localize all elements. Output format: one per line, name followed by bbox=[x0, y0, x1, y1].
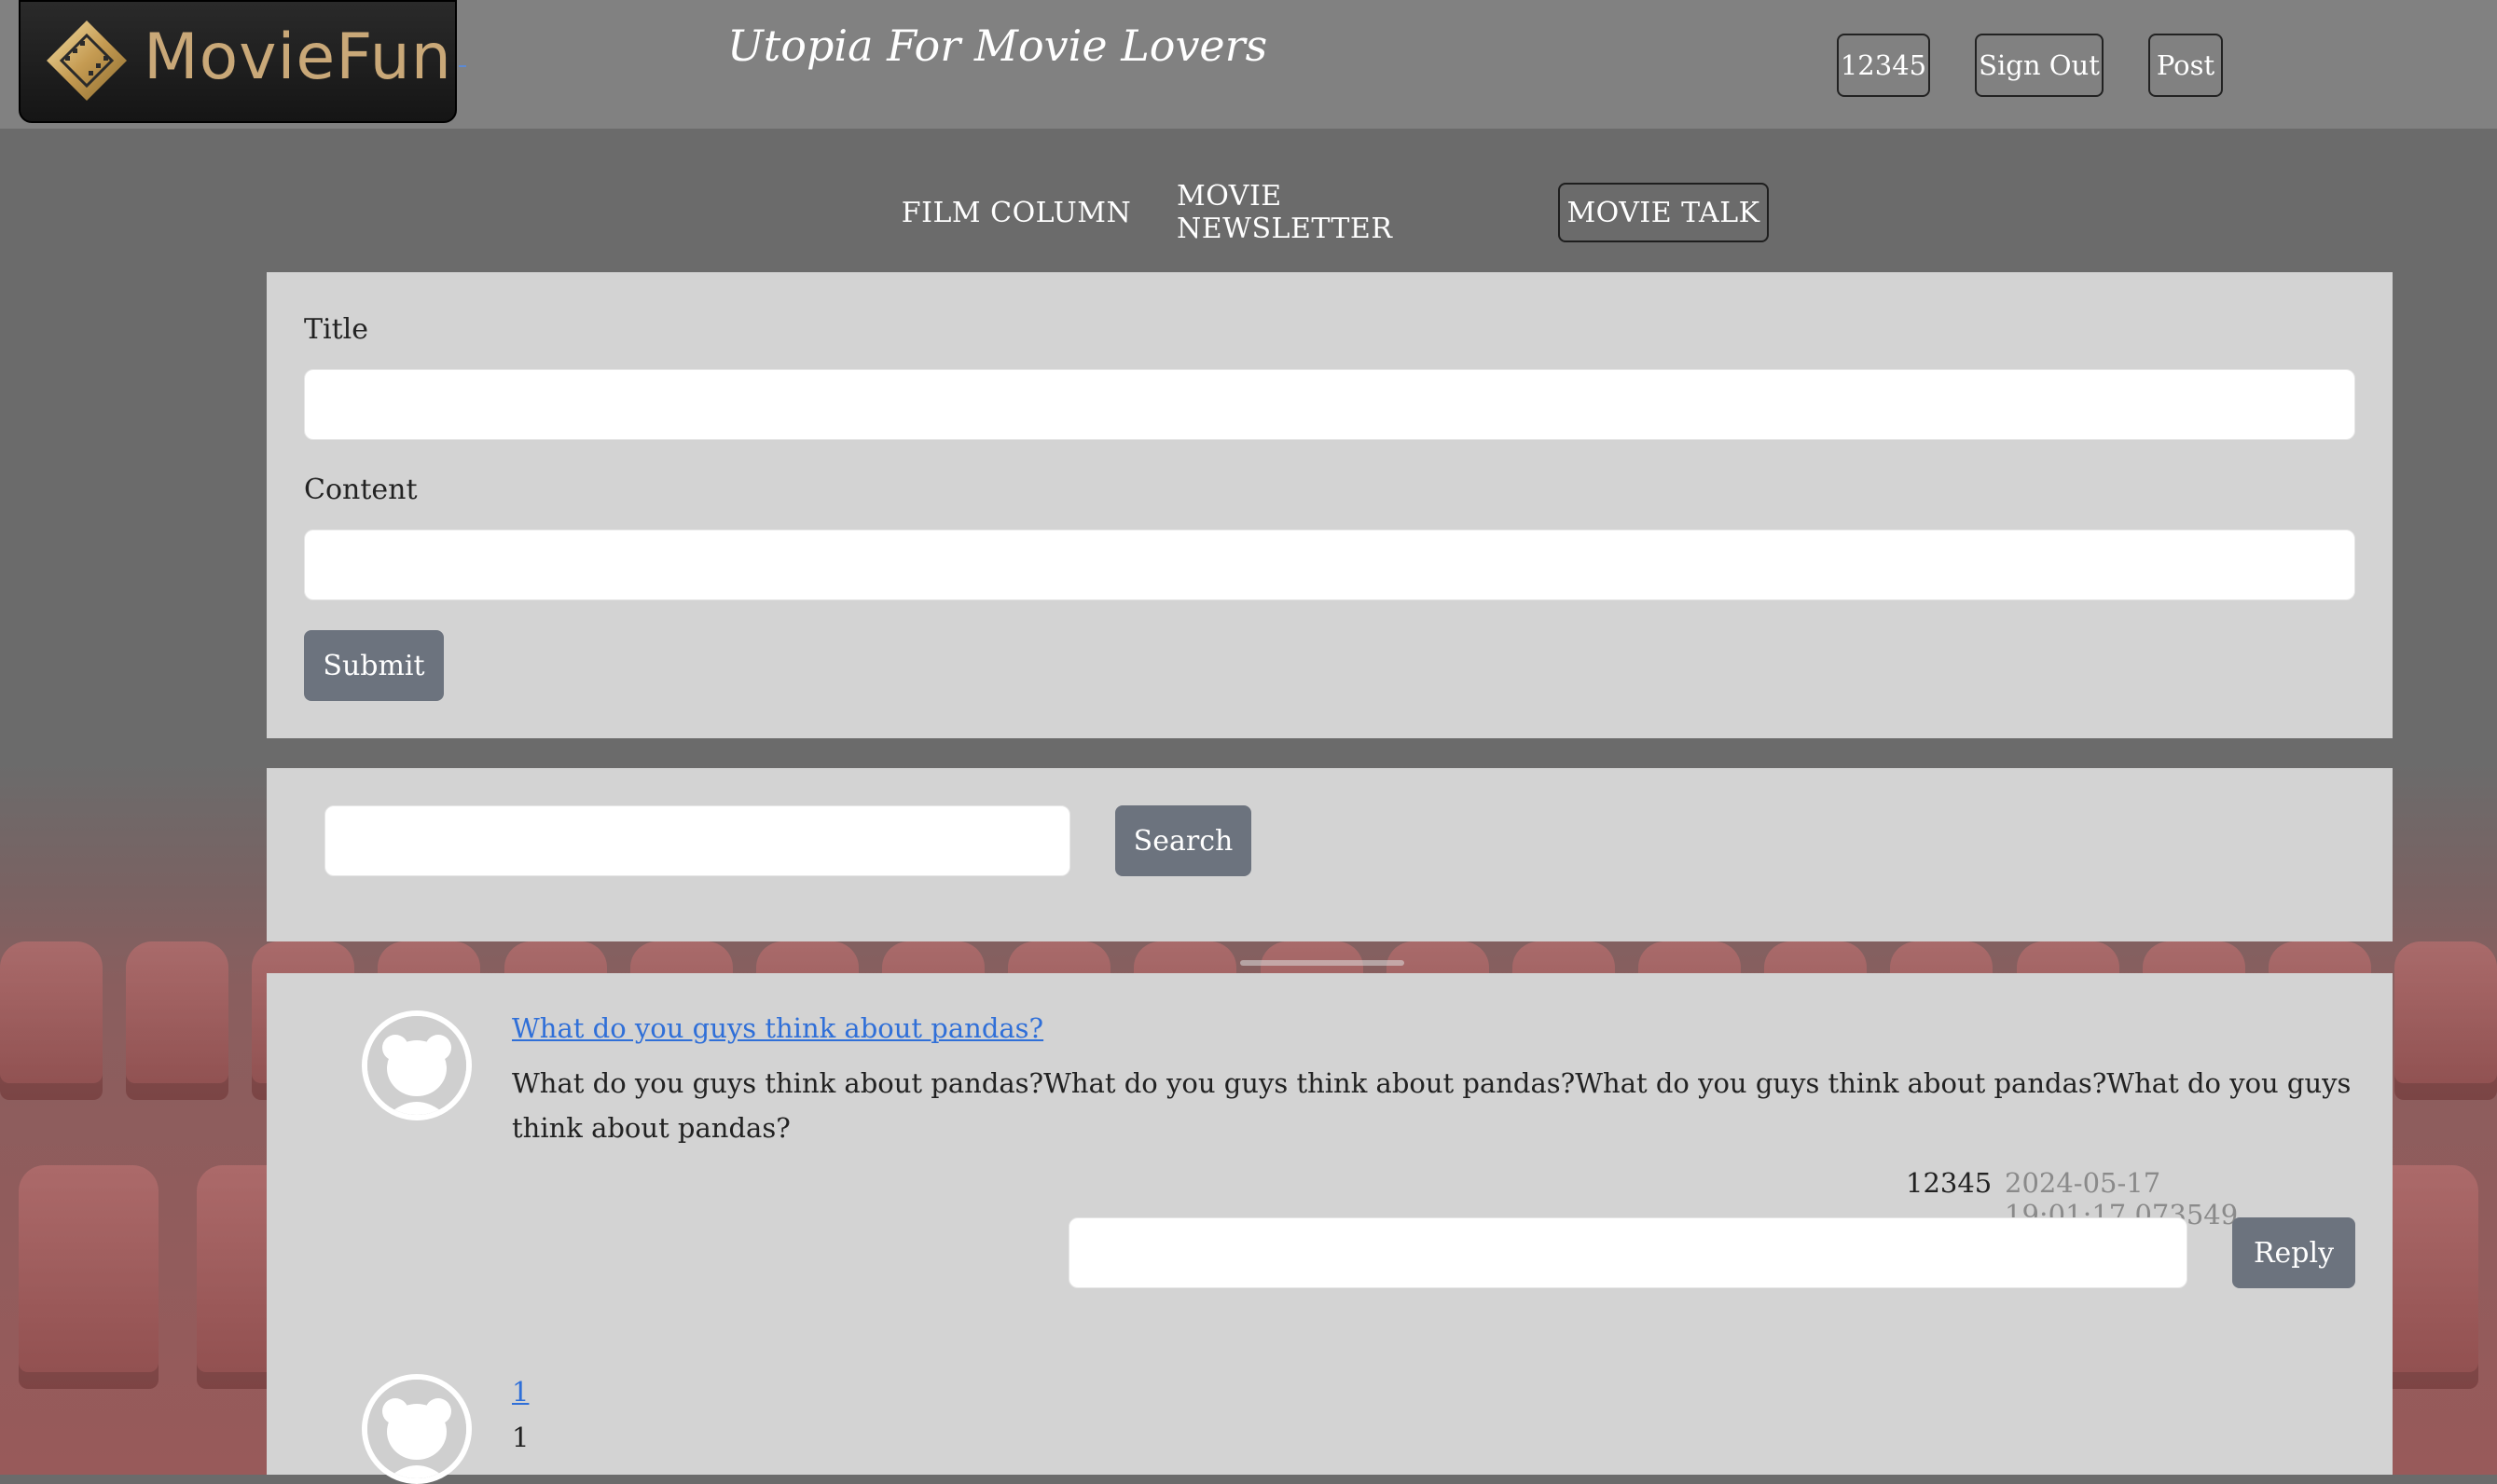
post-title-link[interactable]: 1 bbox=[512, 1376, 529, 1408]
post-author: 12345 bbox=[1906, 1167, 1993, 1199]
logo-link-underline bbox=[459, 65, 466, 67]
post-button[interactable]: Post bbox=[2148, 34, 2223, 97]
search-button[interactable]: Search bbox=[1115, 805, 1251, 876]
site-tagline: Utopia For Movie Lovers bbox=[727, 21, 1268, 71]
title-input[interactable] bbox=[304, 369, 2355, 440]
bear-avatar-icon bbox=[367, 1380, 466, 1478]
logo[interactable]: MovieFun bbox=[19, 0, 457, 123]
tab-film-column[interactable]: FILM COLUMN bbox=[895, 183, 1138, 242]
top-bar: MovieFun Utopia For Movie Lovers 12345 S… bbox=[0, 0, 2497, 129]
title-label: Title bbox=[304, 313, 369, 346]
user-profile-button[interactable]: 12345 bbox=[1837, 34, 1930, 97]
post-title-link[interactable]: What do you guys think about pandas? bbox=[512, 1012, 1043, 1044]
search-input[interactable] bbox=[324, 805, 1070, 876]
post-list: What do you guys think about pandas? Wha… bbox=[267, 973, 2393, 1484]
tab-movie-newsletter[interactable]: MOVIE NEWSLETTER bbox=[1177, 180, 1503, 245]
avatar bbox=[362, 1010, 472, 1120]
content-input[interactable] bbox=[304, 529, 2355, 600]
avatar bbox=[362, 1374, 472, 1484]
film-diamond-icon bbox=[47, 21, 127, 101]
sign-out-button[interactable]: Sign Out bbox=[1975, 34, 2104, 97]
post-body: What do you guys think about pandas?What… bbox=[512, 1067, 2352, 1144]
bear-avatar-icon bbox=[367, 1016, 466, 1115]
new-post-form: Title Content Submit bbox=[267, 272, 2393, 738]
reply-button[interactable]: Reply bbox=[2232, 1217, 2355, 1288]
reply-input[interactable] bbox=[1069, 1217, 2187, 1288]
logo-text: MovieFun bbox=[144, 21, 452, 94]
post-body: 1 bbox=[512, 1422, 530, 1453]
submit-button[interactable]: Submit bbox=[304, 630, 444, 701]
search-panel: Search bbox=[267, 768, 2393, 941]
tab-movie-talk[interactable]: MOVIE TALK bbox=[1558, 183, 1769, 242]
content-label: Content bbox=[304, 474, 418, 506]
scroll-grip bbox=[1240, 960, 1404, 966]
